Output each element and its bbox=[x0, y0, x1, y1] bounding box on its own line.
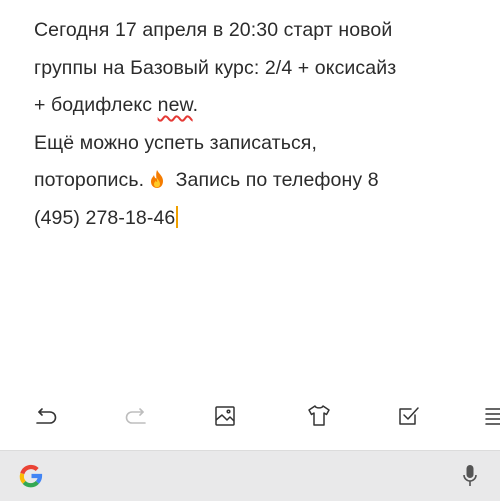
note-line: + бодифлекс new. bbox=[34, 87, 474, 125]
misspelled-word[interactable]: new bbox=[158, 94, 193, 116]
note-text: Запись по телефону 8 bbox=[170, 169, 379, 191]
undo-icon[interactable] bbox=[32, 402, 60, 430]
note-line: (495) 278-18-46 bbox=[34, 200, 474, 238]
text-cursor bbox=[176, 205, 178, 228]
note-line: Ещё можно успеть записаться, bbox=[34, 131, 317, 154]
note-text: поторопись. bbox=[34, 169, 145, 191]
fire-emoji-icon bbox=[151, 170, 164, 188]
editor-toolbar bbox=[0, 392, 500, 440]
checkbox-icon[interactable] bbox=[395, 402, 423, 430]
note-line: поторопись. Запись по телефону 8 bbox=[34, 162, 474, 200]
redo-icon[interactable] bbox=[122, 402, 150, 430]
note-line: группы на Базовый курс: 2/4 + оксисайз bbox=[34, 56, 397, 79]
google-search-bar[interactable] bbox=[0, 450, 500, 501]
microphone-icon[interactable] bbox=[462, 463, 478, 489]
note-text: (495) 278-18-46 bbox=[34, 206, 176, 229]
google-icon[interactable] bbox=[18, 463, 44, 489]
note-line: Сегодня 17 апреля в 20:30 старт новой bbox=[34, 19, 393, 41]
note-text: + бодифлекс bbox=[34, 94, 158, 116]
text-format-icon[interactable] bbox=[482, 402, 500, 430]
note-text: . bbox=[192, 94, 199, 116]
note-editor[interactable]: Сегодня 17 апреля в 20:30 старт новой гр… bbox=[34, 12, 474, 237]
image-icon[interactable] bbox=[211, 402, 239, 430]
shirt-icon[interactable] bbox=[305, 402, 333, 430]
